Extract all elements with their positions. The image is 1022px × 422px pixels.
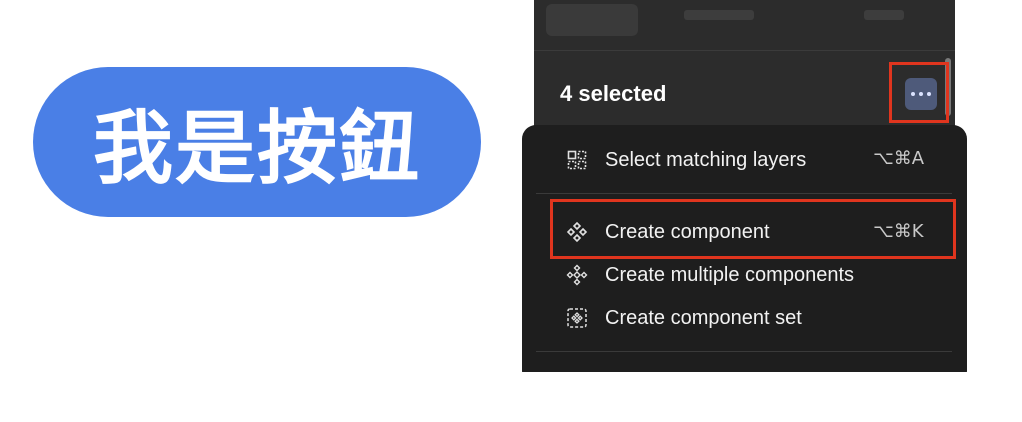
menu-item-label: Select matching layers: [605, 148, 807, 171]
top-toolbar-strip: [534, 0, 955, 50]
component-set-icon: [566, 307, 588, 329]
highlight-box-more-button: [889, 62, 949, 123]
primary-button[interactable]: 我是按鈕: [33, 67, 481, 217]
select-matching-icon: [566, 149, 588, 171]
top-toolbar-placeholder: [684, 10, 754, 20]
menu-item-label: Create component set: [605, 306, 802, 329]
highlight-box-create-component: [550, 199, 956, 259]
shortcut-label: ⌥⌘A: [873, 148, 925, 169]
crop-edge: [500, 372, 1022, 422]
menu-item-create-multiple-components[interactable]: Create multiple components: [566, 260, 854, 290]
multiple-components-icon: [566, 264, 588, 286]
top-toolbar-tab[interactable]: [546, 4, 638, 36]
menu-item-create-component-set[interactable]: Create component set: [566, 303, 802, 333]
top-toolbar-placeholder: [864, 10, 904, 20]
menu-item-select-matching-layers[interactable]: Select matching layers: [566, 145, 806, 175]
menu-divider: [536, 351, 952, 352]
divider: [534, 50, 955, 51]
selection-count-label: 4 selected: [560, 81, 667, 106]
menu-item-label: Create multiple components: [605, 263, 855, 286]
menu-divider: [536, 193, 952, 194]
